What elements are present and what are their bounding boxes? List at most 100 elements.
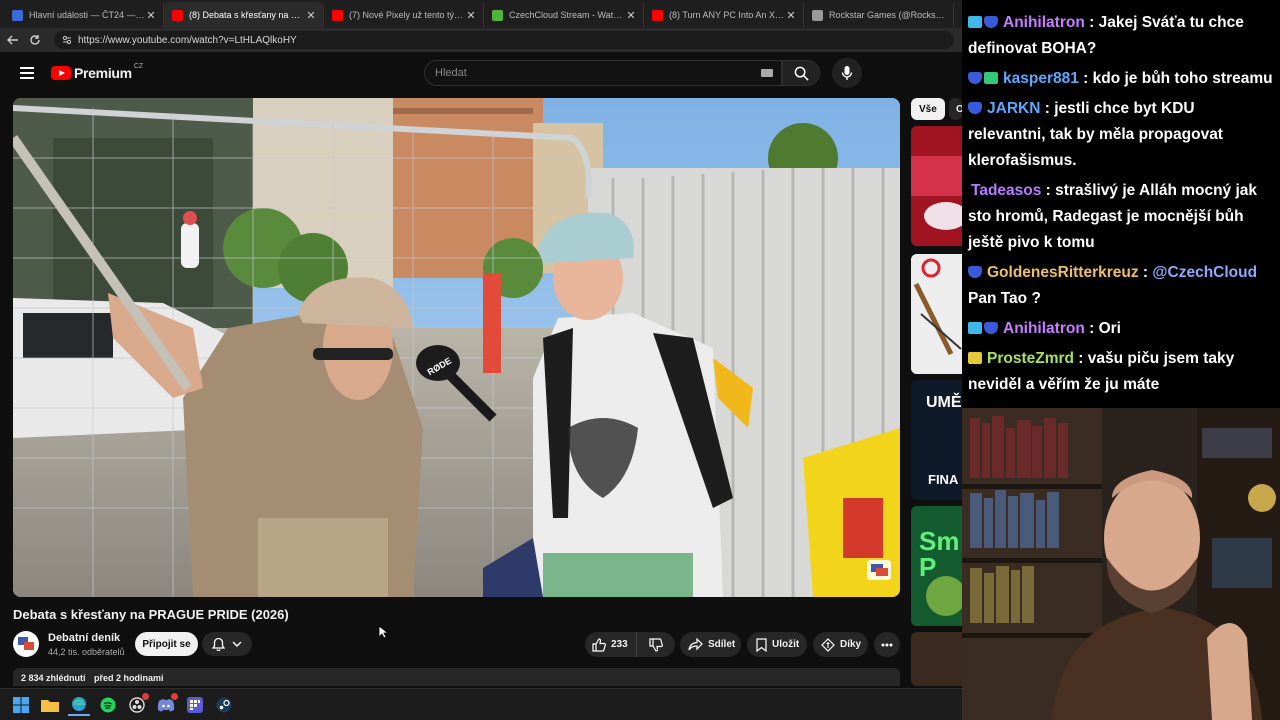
- video-title: Debata s křesťany na PRAGUE PRIDE (2026): [13, 607, 289, 622]
- youtube-header: Premium CZ Hledat: [0, 52, 962, 96]
- close-tab-icon[interactable]: ✕: [785, 9, 797, 22]
- chat-separator: :: [1040, 100, 1055, 117]
- chat-message: GoldenesRitterkreuz : @CzechCloud Pan Ta…: [968, 260, 1274, 312]
- thumbs-up-icon: [592, 637, 606, 652]
- more-horizontal-icon: [881, 643, 893, 646]
- search-button[interactable]: [782, 60, 820, 86]
- gem-badge-icon: [984, 322, 998, 334]
- gem-badge-icon: [968, 72, 982, 84]
- edge-icon[interactable]: [68, 694, 90, 716]
- youtube-play-logo-icon: [51, 66, 71, 80]
- notification-badge: [171, 692, 178, 700]
- chat-message: JARKN : jestli chce byt KDU relevantni, …: [968, 96, 1274, 174]
- stream-chat-overlay: Anihilatron : Jakej Sváťa tu chce defino…: [962, 0, 1280, 408]
- channel-avatar[interactable]: [13, 631, 39, 657]
- search-input[interactable]: Hledat: [424, 60, 782, 86]
- chat-message: Anihilatron : Ori: [968, 316, 1274, 342]
- site-info-icon[interactable]: [62, 35, 72, 45]
- more-actions-button[interactable]: [874, 632, 900, 657]
- youtube-premium-logo[interactable]: Premium CZ: [51, 63, 143, 81]
- webcam-frame: [962, 408, 1280, 720]
- chat-username[interactable]: GoldenesRitterkreuz: [987, 264, 1139, 281]
- voice-search-button[interactable]: [832, 58, 862, 88]
- share-icon: [688, 638, 703, 651]
- spotify-icon[interactable]: [97, 694, 119, 716]
- video-player[interactable]: RØDE: [13, 98, 900, 597]
- gem-badge-icon: [968, 102, 982, 114]
- discord-icon[interactable]: [155, 692, 178, 716]
- chat-mention: @CzechCloud: [1152, 264, 1258, 281]
- browser-tab[interactable]: CzechCloud Stream - Watch Live o ✕: [484, 2, 644, 28]
- view-count: 2 834 zhlédnutí: [21, 673, 86, 683]
- chevron-down-icon: [232, 641, 242, 647]
- obs-icon[interactable]: [126, 692, 149, 716]
- channel-watermark-icon[interactable]: [866, 559, 892, 581]
- suggested-video-thumbnail[interactable]: [911, 126, 962, 246]
- notification-bell-button[interactable]: [202, 632, 252, 656]
- video-frame: RØDE: [13, 98, 900, 597]
- chat-username[interactable]: Anihilatron: [1003, 14, 1085, 31]
- url-field[interactable]: https://www.youtube.com/watch?v=LtHLAQlk…: [54, 31, 954, 49]
- gem-badge-icon: [984, 16, 998, 28]
- gem-badge-icon: [968, 266, 982, 278]
- browser-tab[interactable]: (8) Turn ANY PC Into An Xbox! H ✕: [644, 2, 804, 28]
- microphone-icon: [841, 66, 853, 80]
- file-explorer-icon[interactable]: [39, 694, 61, 716]
- chat-username[interactable]: Anihilatron: [1003, 320, 1085, 337]
- dislike-button[interactable]: [637, 632, 675, 657]
- description-box[interactable]: 2 834 zhlédnutí před 2 hodinami: [13, 668, 900, 686]
- chip-all[interactable]: Vše: [911, 98, 945, 120]
- browser-tab[interactable]: Hlavní události — ČT24 — Česká ✕: [4, 2, 164, 28]
- mouse-cursor-icon: [378, 625, 388, 639]
- windows-start-icon[interactable]: [10, 694, 32, 716]
- join-button[interactable]: Připojit se: [135, 632, 198, 656]
- browser-tab[interactable]: Rockstar Games (@RockstarGame: [804, 2, 954, 28]
- save-button[interactable]: Uložit: [747, 632, 807, 657]
- thanks-button[interactable]: Díky: [813, 632, 868, 657]
- chat-username[interactable]: ProsteZmrd: [987, 350, 1074, 367]
- like-button[interactable]: 233: [585, 632, 637, 657]
- notification-badge: [142, 692, 149, 700]
- chip-next[interactable]: O: [949, 98, 962, 120]
- close-tab-icon[interactable]: ✕: [145, 9, 157, 22]
- chat-text: Pan Tao ?: [968, 290, 1041, 307]
- chat-separator: :: [1084, 320, 1099, 337]
- share-button[interactable]: Sdílet: [680, 632, 741, 657]
- chat-username[interactable]: Tadeasos: [971, 182, 1041, 199]
- like-dislike-group: 233: [585, 632, 675, 657]
- chat-text: Ori: [1098, 320, 1121, 337]
- keyboard-icon[interactable]: [761, 69, 773, 77]
- super-thanks-icon: [821, 637, 835, 652]
- chat-text: kdo je bůh toho streamu: [1092, 70, 1273, 87]
- cube-badge-icon: [968, 322, 982, 334]
- close-tab-icon[interactable]: ✕: [625, 9, 637, 22]
- arm-badge-icon: [968, 352, 982, 364]
- chat-message: Tadeasos : strašlivý je Alláh mocný jak …: [968, 178, 1274, 256]
- suggested-video-thumbnail[interactable]: Sm P: [911, 506, 962, 626]
- suggested-video-thumbnail[interactable]: [911, 632, 962, 686]
- x-favicon-icon: [812, 9, 823, 21]
- browser-tab-active[interactable]: (8) Debata s křesťany na PRAGUE ✕: [164, 2, 324, 28]
- close-tab-icon[interactable]: ✕: [305, 9, 317, 22]
- close-tab-icon[interactable]: ✕: [465, 9, 477, 22]
- menu-icon[interactable]: [20, 67, 34, 79]
- channel-name[interactable]: Debatní deník: [48, 632, 120, 644]
- chat-separator: :: [1074, 350, 1088, 367]
- chat-username[interactable]: kasper881: [1003, 70, 1079, 87]
- suggested-video-thumbnail[interactable]: [911, 254, 962, 374]
- app-grid-icon[interactable]: [184, 694, 206, 716]
- browser-tab[interactable]: (7) Nové Pixely už tento týden.. | ✕: [324, 2, 484, 28]
- youtube-favicon-icon: [172, 9, 183, 21]
- streamer-webcam: [962, 408, 1280, 720]
- chat-message: kasper881 : kdo je bůh toho streamu: [968, 66, 1274, 92]
- steam-icon[interactable]: [213, 694, 235, 716]
- reload-icon[interactable]: [24, 29, 46, 51]
- kick-favicon-icon: [492, 9, 503, 21]
- suggested-video-thumbnail[interactable]: UMĚ FINA: [911, 380, 962, 500]
- browser-tab-strip: Hlavní události — ČT24 — Česká ✕ (8) Deb…: [0, 0, 962, 28]
- chat-username[interactable]: JARKN: [987, 100, 1040, 117]
- bookmark-icon: [756, 637, 767, 652]
- chat-separator: :: [1041, 182, 1056, 199]
- back-arrow-icon[interactable]: [2, 29, 24, 51]
- bell-icon: [211, 637, 225, 651]
